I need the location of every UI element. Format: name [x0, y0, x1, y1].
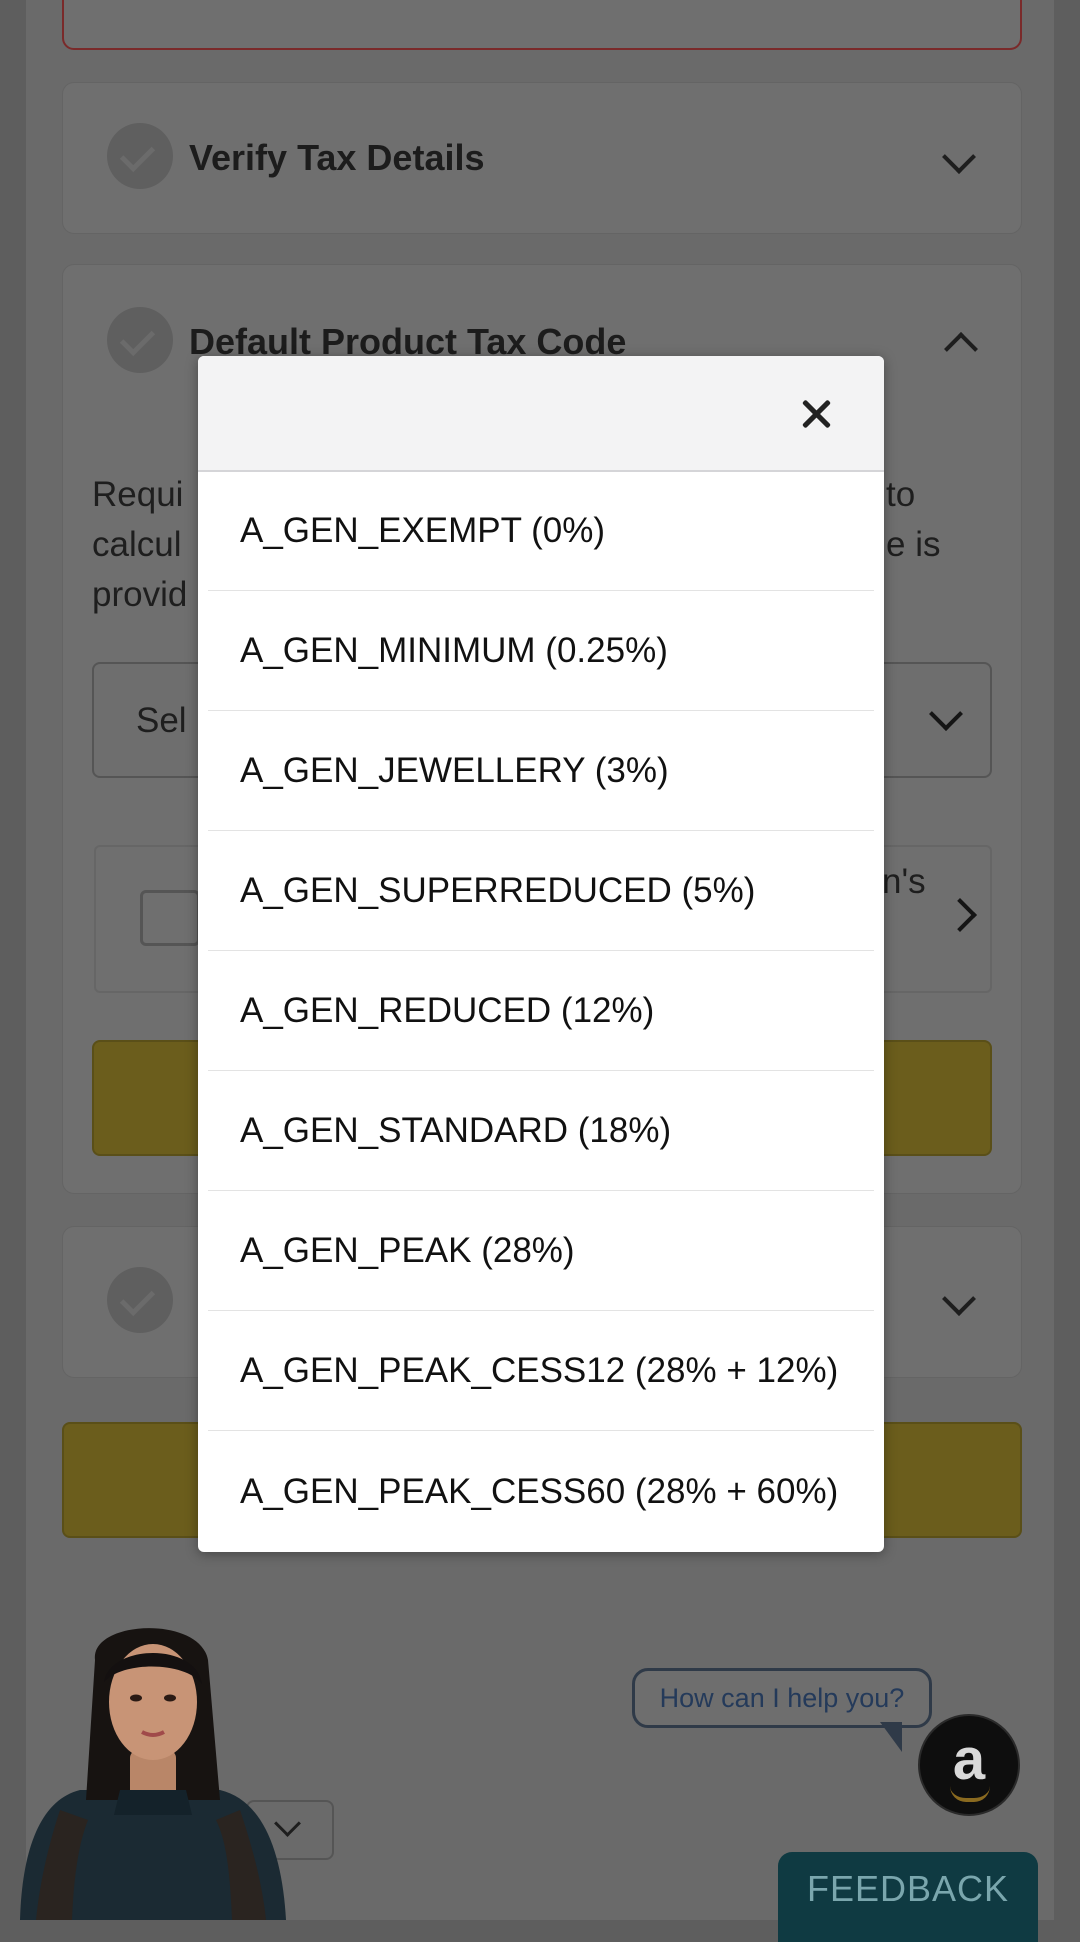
chevron-down-icon[interactable] — [942, 140, 976, 174]
close-icon[interactable] — [796, 394, 836, 434]
chat-bubble-tail — [880, 1722, 902, 1752]
feedback-button[interactable]: FEEDBACK — [778, 1852, 1038, 1942]
modal-header — [198, 356, 884, 472]
chevron-down-icon — [929, 697, 963, 731]
verify-tax-details-section[interactable]: Verify Tax Details — [62, 82, 1022, 234]
description-text: Requi — [92, 475, 184, 514]
description-text: to — [886, 475, 916, 514]
previous-section-card — [62, 0, 1022, 50]
option-row-text: n's — [882, 862, 926, 901]
tax-code-option[interactable]: A_GEN_SUPERREDUCED (5%) — [208, 832, 874, 951]
amazon-assistant-icon[interactable]: a — [918, 1714, 1020, 1816]
check-circle-icon — [107, 1267, 173, 1333]
amazon-smile-icon — [950, 1786, 990, 1802]
tax-code-option[interactable]: A_GEN_PEAK_CESS60 (28% + 60%) — [208, 1432, 874, 1551]
chevron-down-icon — [942, 1282, 976, 1316]
description-text: e is — [886, 525, 941, 564]
tax-code-option[interactable]: A_GEN_STANDARD (18%) — [208, 1072, 874, 1191]
chevron-right-icon — [943, 898, 977, 932]
check-circle-icon — [107, 123, 173, 189]
description-text: provid — [92, 575, 188, 614]
tax-code-option[interactable]: A_GEN_PEAK (28%) — [208, 1192, 874, 1311]
checkbox[interactable] — [140, 890, 200, 946]
amazon-icon-letter: a — [952, 1727, 986, 1792]
tax-code-option[interactable]: A_GEN_PEAK_CESS12 (28% + 12%) — [208, 1312, 874, 1431]
select-placeholder: Sel — [136, 701, 187, 740]
presenter-video-overlay — [20, 1628, 286, 1920]
tax-code-option[interactable]: A_GEN_JEWELLERY (3%) — [208, 712, 874, 831]
chevron-up-icon[interactable] — [944, 332, 978, 366]
tax-code-option[interactable]: A_GEN_REDUCED (12%) — [208, 952, 874, 1071]
description-text: calcul — [92, 525, 182, 564]
chat-prompt-bubble[interactable]: How can I help you? — [632, 1668, 932, 1728]
tax-code-option[interactable]: A_GEN_EXEMPT (0%) — [208, 472, 874, 591]
check-circle-icon — [107, 307, 173, 373]
section-title: Verify Tax Details — [189, 137, 485, 178]
tax-code-option[interactable]: A_GEN_MINIMUM (0.25%) — [208, 592, 874, 711]
tax-code-picker-modal: A_GEN_EXEMPT (0%) A_GEN_MINIMUM (0.25%) … — [198, 356, 884, 1552]
